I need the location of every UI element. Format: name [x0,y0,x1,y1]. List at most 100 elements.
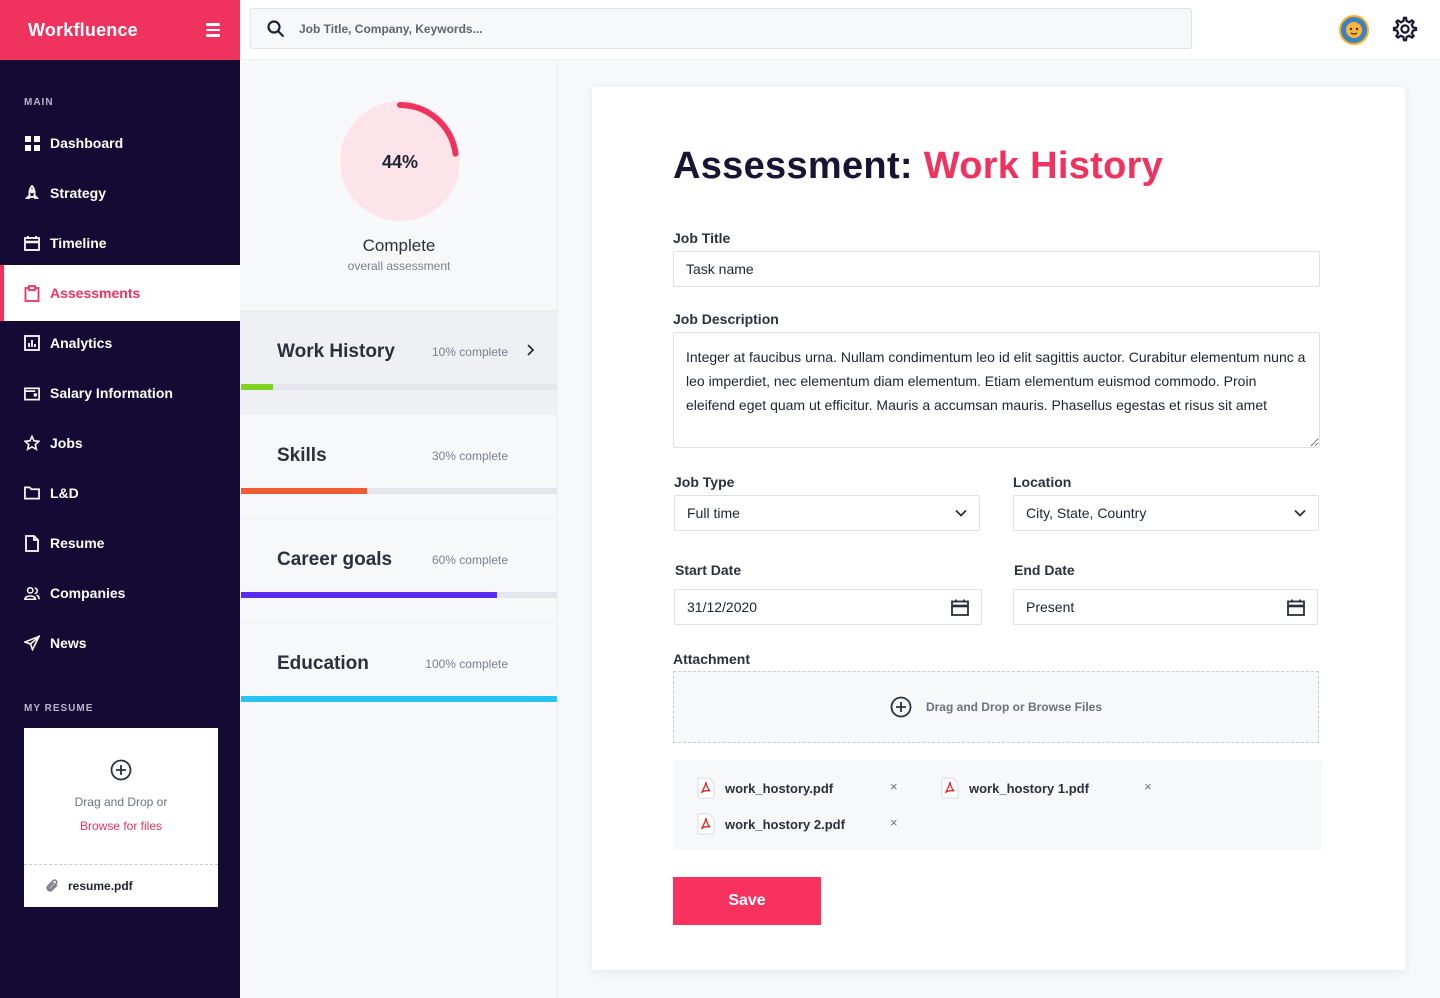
sidebar-item-timeline[interactable]: Timeline [0,218,240,268]
job-title-input[interactable] [686,261,1307,277]
attachment-dropzone[interactable]: Drag and Drop or Browse Files [673,671,1319,743]
chevron-right-icon [527,344,535,356]
paperclip-icon [46,879,58,892]
resume-drop-text: Drag and Drop or [74,795,168,809]
section-title: Career goals [277,549,393,570]
section-title: Skills [277,445,327,466]
main-section-label: MAIN [24,97,54,108]
browse-files-link[interactable]: Browse for files [80,819,162,833]
attached-files-list: work_hostory.pdf × work_hostory 1.pdf × … [673,760,1322,850]
section-title: Education [277,653,369,674]
sidebar-item-companies[interactable]: Companies [0,568,240,618]
star-icon [24,435,40,451]
calendar-icon[interactable] [1287,599,1305,616]
job-type-select[interactable]: Full time [674,495,980,531]
job-title-label: Job Title [673,230,731,246]
sidebar-nav: Dashboard Strategy Timeline Assessments … [0,118,240,668]
sidebar-item-jobs[interactable]: Jobs [0,418,240,468]
sidebar-item-strategy[interactable]: Strategy [0,168,240,218]
section-progress-bar [241,696,557,702]
section-career-goals[interactable]: Career goals 60% complete [240,518,558,622]
location-select[interactable]: City, State, Country [1013,495,1319,531]
job-type-value: Full time [687,505,740,521]
sidebar-item-label: Resume [50,535,105,551]
overall-percent: 44% [381,152,419,172]
attached-file[interactable]: work_hostory 2.pdf [697,813,845,835]
sidebar-item-ld[interactable]: L&D [0,468,240,518]
sidebar-item-label: Strategy [50,185,107,201]
chevron-down-icon [955,509,967,517]
section-percent: 30% complete [431,449,508,463]
resume-file-name: resume.pdf [68,879,133,893]
gear-icon[interactable] [1392,16,1418,42]
resume-file[interactable]: resume.pdf [24,865,218,907]
sidebar-item-label: Companies [50,585,126,601]
start-date-value: 31/12/2020 [687,599,758,615]
save-button[interactable]: Save [673,877,821,925]
end-date-field[interactable]: Present [1013,589,1318,625]
attached-file[interactable]: work_hostory 1.pdf [941,777,1089,799]
search-bar[interactable] [250,8,1192,49]
pdf-icon [941,777,959,799]
pdf-icon [697,777,715,799]
section-progress-fill [241,592,497,598]
pdf-icon [697,813,715,835]
dropzone-text: Drag and Drop or Browse Files [925,700,1103,714]
remove-file-button[interactable]: × [1144,779,1152,794]
file-name: work_hostory 1.pdf [969,780,1089,796]
page-title: Assessment: Work History [673,145,1163,188]
job-title-field[interactable] [673,251,1320,287]
assessment-progress-panel: 44% Complete overall assessment Work His… [240,60,558,998]
section-percent: 60% complete [431,553,508,567]
sidebar-item-salary[interactable]: Salary Information [0,368,240,418]
work-history-form: Assessment: Work History Job Title Job D… [592,87,1405,970]
start-date-field[interactable]: 31/12/2020 [674,589,982,625]
start-date-label: Start Date [675,562,742,578]
avatar-face-icon [1346,22,1362,38]
folder-icon [24,485,40,501]
plus-circle-icon [110,759,132,781]
overall-assessment-label: overall assessment [347,259,451,273]
sidebar-item-assessments[interactable]: Assessments [0,265,240,321]
calendar-icon[interactable] [951,599,969,616]
sidebar-item-label: Salary Information [50,385,173,401]
section-education[interactable]: Education 100% complete [240,622,558,726]
complete-label: Complete [362,236,436,255]
sidebar-item-analytics[interactable]: Analytics [0,318,240,368]
sidebar-item-resume[interactable]: Resume [0,518,240,568]
sidebar-item-news[interactable]: News [0,618,240,668]
job-description-label: Job Description [673,311,779,327]
resume-card: Drag and Drop or Browse for files resume… [24,728,218,907]
avatar[interactable] [1339,15,1369,45]
users-icon [24,585,40,601]
resume-dropzone[interactable]: Drag and Drop or Browse for files [24,728,218,865]
clipboard-icon [24,284,40,302]
sidebar-item-label: Assessments [50,285,141,301]
section-work-history[interactable]: Work History 10% complete [240,310,558,414]
section-progress-fill [241,384,273,390]
sidebar-item-dashboard[interactable]: Dashboard [0,118,240,168]
topbar [240,0,1440,60]
section-skills[interactable]: Skills 30% complete [240,414,558,518]
plus-circle-icon [890,696,912,718]
section-progress-bar [241,592,557,598]
page-title-prefix: Assessment: [673,145,913,187]
job-description-textarea[interactable]: Integer at faucibus urna. Nullam condime… [673,332,1320,448]
location-value: City, State, Country [1026,505,1147,521]
brand-logo[interactable]: Workfluence [28,20,138,41]
section-percent: 100% complete [425,657,508,671]
grid-icon [24,135,40,151]
attached-file[interactable]: work_hostory.pdf [697,777,833,799]
menu-icon[interactable] [206,23,220,37]
rocket-icon [24,184,40,201]
remove-file-button[interactable]: × [890,815,898,830]
file-icon [24,534,40,552]
job-type-label: Job Type [674,474,735,490]
remove-file-button[interactable]: × [890,779,898,794]
location-label: Location [1013,474,1072,490]
sidebar-item-label: Timeline [50,235,107,251]
section-percent: 10% complete [431,345,508,359]
file-name: work_hostory 2.pdf [725,816,845,832]
end-date-label: End Date [1014,562,1075,578]
search-input[interactable] [299,21,1099,36]
